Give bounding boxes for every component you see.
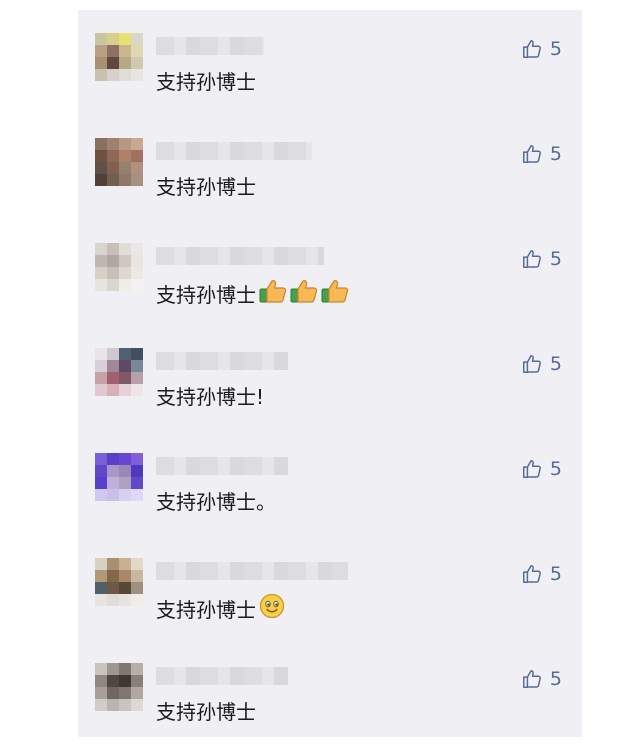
thumbs-up-emoji <box>290 278 318 311</box>
like-button[interactable]: 5 <box>521 353 562 375</box>
commenter-name-blurred[interactable] <box>156 37 264 55</box>
commenter-name-blurred[interactable] <box>156 457 288 475</box>
comment-item: 支持孙博士! 5 <box>78 325 582 429</box>
like-button[interactable]: 5 <box>521 668 562 690</box>
thumbs-up-icon <box>521 353 550 375</box>
comment-text-label: 支持孙博士 <box>156 70 256 94</box>
avatar[interactable] <box>95 138 143 186</box>
commenter-name-blurred[interactable] <box>156 247 324 265</box>
like-button[interactable]: 5 <box>521 563 562 585</box>
avatar[interactable] <box>95 348 143 396</box>
comment-item: 支持孙博士 5 <box>78 220 582 324</box>
comment-item: 支持孙博士 5 <box>78 535 582 639</box>
like-count: 5 <box>549 563 562 585</box>
like-button[interactable]: 5 <box>521 248 562 270</box>
smile-emoji <box>259 593 285 626</box>
commenter-name-blurred[interactable] <box>156 142 312 160</box>
like-count: 5 <box>549 353 562 375</box>
comment-text: 支持孙博士 <box>156 68 256 96</box>
comment-text-label: 支持孙博士。 <box>156 490 276 514</box>
comment-text: 支持孙博士 <box>156 278 349 311</box>
avatar[interactable] <box>95 33 143 81</box>
comment-text: 支持孙博士! <box>156 383 264 411</box>
like-count: 5 <box>549 143 562 165</box>
thumbs-up-emoji <box>259 278 287 311</box>
thumbs-up-emoji <box>321 278 349 311</box>
comment-text: 支持孙博士。 <box>156 488 276 516</box>
thumbs-up-icon <box>521 248 550 270</box>
like-count: 5 <box>549 38 562 60</box>
thumbs-up-icon <box>521 38 550 60</box>
comment-text: 支持孙博士 <box>156 698 256 726</box>
comment-text-label: 支持孙博士 <box>156 175 256 199</box>
like-count: 5 <box>549 248 562 270</box>
comment-text-label: 支持孙博士 <box>156 282 256 307</box>
avatar[interactable] <box>95 453 143 501</box>
commenter-name-blurred[interactable] <box>156 352 288 370</box>
avatar[interactable] <box>95 243 143 291</box>
comment-text: 支持孙博士 <box>156 173 256 201</box>
like-count: 5 <box>549 458 562 480</box>
commenter-name-blurred[interactable] <box>156 667 288 685</box>
comment-item: 支持孙博士。 5 <box>78 430 582 534</box>
comment-text-label: 支持孙博士 <box>156 597 256 622</box>
like-button[interactable]: 5 <box>521 38 562 60</box>
comment-text-label: 支持孙博士 <box>156 700 256 724</box>
like-button[interactable]: 5 <box>521 458 562 480</box>
avatar[interactable] <box>95 663 143 711</box>
comments-panel: 支持孙博士 5 支持孙博士 5 支持孙博士 5 支持孙博士! 5 支持孙博士。 5 支持孙博士 5 支持… <box>78 10 582 737</box>
comment-item: 支持孙博士 5 <box>78 640 582 744</box>
commenter-name-blurred[interactable] <box>156 562 348 580</box>
thumbs-up-icon <box>521 143 550 165</box>
comment-text: 支持孙博士 <box>156 593 285 626</box>
avatar[interactable] <box>95 558 143 606</box>
like-button[interactable]: 5 <box>521 143 562 165</box>
thumbs-up-icon <box>521 668 550 690</box>
like-count: 5 <box>549 668 562 690</box>
comment-item: 支持孙博士 5 <box>78 115 582 219</box>
comment-item: 支持孙博士 5 <box>78 10 582 114</box>
thumbs-up-icon <box>521 563 550 585</box>
thumbs-up-icon <box>521 458 550 480</box>
comment-text-label: 支持孙博士! <box>156 385 265 409</box>
